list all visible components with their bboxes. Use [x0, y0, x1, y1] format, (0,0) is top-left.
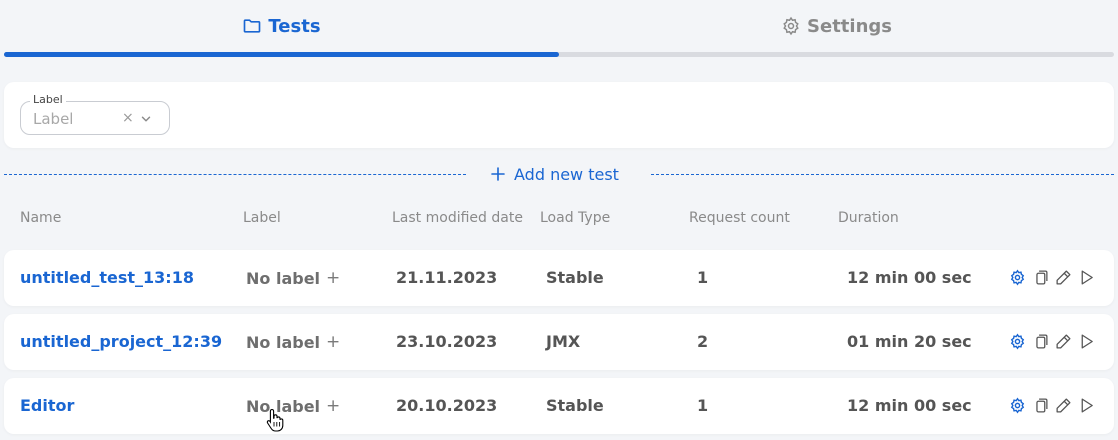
column-header-label[interactable]: Label — [243, 210, 281, 226]
test-label-cell[interactable]: No label + — [246, 332, 340, 352]
column-header-load-type[interactable]: Load Type — [540, 210, 610, 226]
test-name-link[interactable]: Editor — [20, 396, 74, 415]
label-filter-legend: Label — [30, 93, 66, 106]
column-header-name[interactable]: Name — [20, 210, 61, 226]
test-duration: 01 min 20 sec — [847, 332, 972, 351]
label-filter-placeholder: Label — [33, 110, 74, 128]
run-play-icon[interactable] — [1078, 269, 1095, 286]
folder-icon — [244, 19, 261, 33]
run-play-icon[interactable] — [1078, 333, 1095, 350]
edit-pencil-icon[interactable] — [1055, 333, 1072, 350]
label-value: No label — [246, 332, 321, 352]
settings-gear-icon[interactable] — [1009, 397, 1026, 414]
clear-icon[interactable]: × — [122, 110, 134, 126]
tab-bar: Tests Settings — [4, 0, 1114, 58]
test-load-type: Stable — [546, 268, 604, 287]
test-label-cell[interactable]: No label + — [246, 268, 340, 288]
table-row: untitled_project_12:39 No label + 23.10.2… — [4, 314, 1114, 370]
row-actions — [1009, 269, 1095, 286]
edit-pencil-icon[interactable] — [1055, 269, 1072, 286]
test-duration: 12 min 00 sec — [847, 268, 972, 287]
test-date: 23.10.2023 — [396, 332, 498, 351]
settings-gear-icon[interactable] — [1009, 269, 1026, 286]
test-request-count: 1 — [697, 268, 709, 287]
tab-tests-label: Tests — [268, 15, 321, 37]
test-duration: 12 min 00 sec — [847, 396, 972, 415]
add-label-icon[interactable]: + — [326, 396, 340, 416]
test-date: 21.11.2023 — [396, 268, 498, 287]
add-new-test-row: Add new test — [4, 160, 1114, 188]
table-row: Editor No label + 20.10.2023 Stable 1 12 … — [4, 378, 1114, 434]
test-load-type: Stable — [546, 396, 604, 415]
add-new-test-label: Add new test — [514, 164, 619, 184]
plus-icon — [491, 167, 505, 181]
test-label-cell[interactable]: No label + — [246, 396, 340, 416]
copy-icon[interactable] — [1032, 333, 1049, 350]
test-name-link[interactable]: untitled_test_13:18 — [20, 268, 194, 287]
column-header-duration[interactable]: Duration — [838, 210, 899, 226]
label-filter-select[interactable]: Label Label × — [20, 93, 170, 135]
copy-icon[interactable] — [1032, 397, 1049, 414]
test-request-count: 1 — [697, 396, 709, 415]
divider-left — [4, 174, 466, 175]
row-actions — [1009, 397, 1095, 414]
chevron-down-icon[interactable] — [139, 112, 153, 126]
edit-pencil-icon[interactable] — [1055, 397, 1072, 414]
filter-panel: Label Label × — [4, 82, 1114, 148]
table-row: untitled_test_13:18 No label + 21.11.2023… — [4, 250, 1114, 306]
test-request-count: 2 — [697, 332, 709, 351]
settings-gear-icon[interactable] — [1009, 333, 1026, 350]
test-date: 20.10.2023 — [396, 396, 498, 415]
add-new-test-button[interactable]: Add new test — [490, 163, 619, 185]
tab-tests[interactable]: Tests — [4, 0, 559, 52]
hand-pointer-cursor-icon — [266, 408, 284, 432]
gear-icon — [783, 16, 799, 36]
tab-settings[interactable]: Settings — [559, 0, 1114, 52]
test-name-link[interactable]: untitled_project_12:39 — [20, 332, 222, 351]
label-value: No label — [246, 268, 321, 288]
tab-settings-label: Settings — [807, 15, 892, 37]
tab-active-indicator — [4, 52, 559, 57]
column-header-date[interactable]: Last modified date — [392, 210, 523, 226]
run-play-icon[interactable] — [1078, 397, 1095, 414]
column-header-request-count[interactable]: Request count — [689, 210, 790, 226]
divider-right — [651, 174, 1114, 175]
add-label-icon[interactable]: + — [326, 268, 340, 288]
add-label-icon[interactable]: + — [326, 332, 340, 352]
test-load-type: JMX — [546, 332, 581, 351]
copy-icon[interactable] — [1032, 269, 1049, 286]
row-actions — [1009, 333, 1095, 350]
